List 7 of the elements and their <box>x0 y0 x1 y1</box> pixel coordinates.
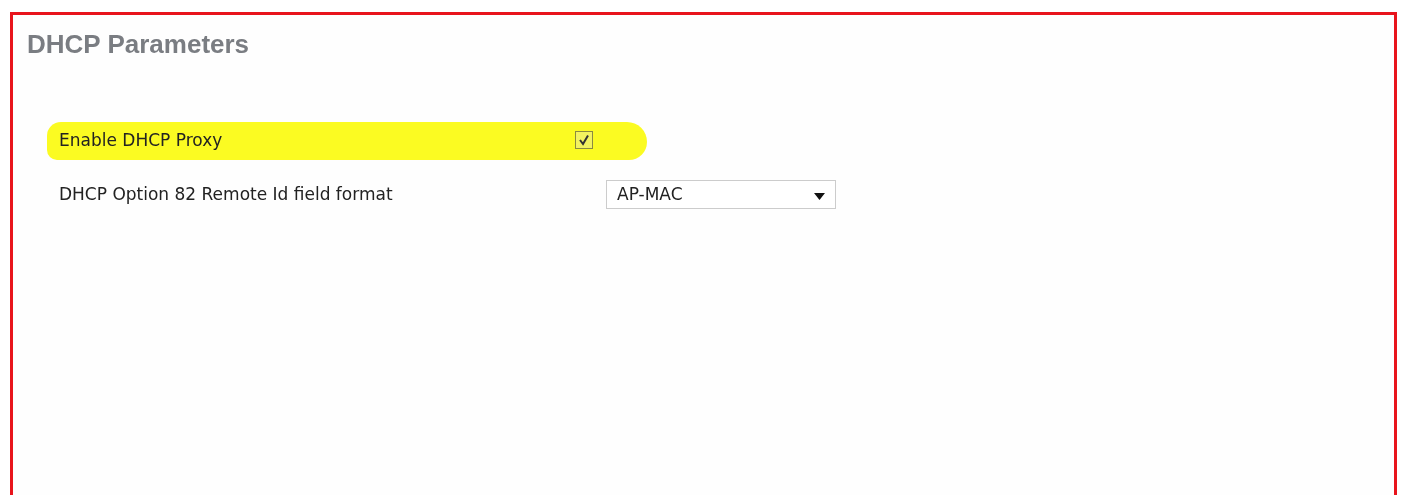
field-label: DHCP Option 82 Remote Id field format <box>59 184 394 204</box>
checkbox[interactable] <box>575 131 593 149</box>
dropdown[interactable]: AP-MAC <box>606 179 836 209</box>
caret-icon <box>814 192 825 200</box>
panel-title: DHCP Parameters <box>26 28 251 60</box>
field-label: Enable DHCP Proxy <box>59 130 224 150</box>
checkmark-icon <box>578 134 590 146</box>
